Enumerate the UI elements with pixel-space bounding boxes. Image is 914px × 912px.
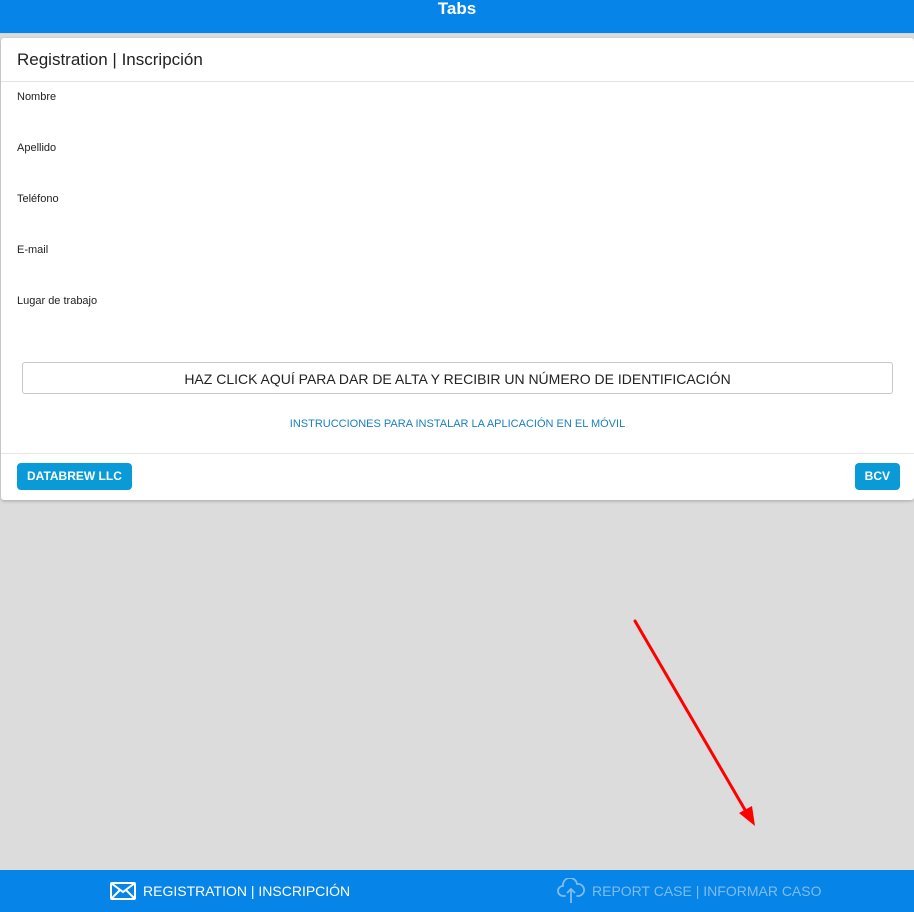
tab-report-case-label: REPORT CASE | INFORMAR CASO — [592, 883, 822, 899]
databrew-button[interactable]: DATABREW LLC — [17, 463, 132, 490]
lugar-de-trabajo-input[interactable] — [17, 308, 901, 334]
register-submit-button[interactable]: HAZ CLICK AQUÍ PARA DAR DE ALTA Y RECIBI… — [22, 362, 893, 394]
cloud-upload-icon — [557, 878, 585, 904]
mail-icon — [110, 882, 136, 900]
card-title: Registration | Inscripción — [17, 50, 203, 69]
header-title: Tabs — [437, 0, 477, 18]
app-header: Tabs — [0, 0, 914, 34]
nombre-label: Nombre — [17, 91, 57, 103]
apellido-input[interactable] — [17, 155, 901, 181]
email-label: E-mail — [17, 244, 49, 256]
tab-report-case[interactable]: REPORT CASE | INFORMAR CASO — [557, 870, 822, 912]
tab-registration[interactable]: REGISTRATION | INSCRIPCIÓN — [110, 870, 350, 912]
bcv-button[interactable]: BCV — [854, 463, 900, 490]
bottom-tab-bar: REGISTRATION | INSCRIPCIÓN REPORT CASE |… — [0, 870, 914, 912]
email-input[interactable] — [17, 257, 901, 283]
nombre-input[interactable] — [17, 104, 901, 130]
lugar-de-trabajo-label: Lugar de trabajo — [17, 295, 98, 307]
card-footer-divider — [1, 453, 914, 455]
install-instructions-link[interactable]: INSTRUCCIONES PARA INSTALAR LA APLICACIÓ… — [1, 417, 914, 431]
telefono-input[interactable] — [17, 206, 901, 232]
card-header: Registration | Inscripción — [1, 38, 914, 82]
registration-card: Registration | Inscripción Nombre Apelli… — [1, 38, 914, 500]
apellido-label: Apellido — [17, 142, 57, 154]
tab-registration-label: REGISTRATION | INSCRIPCIÓN — [143, 883, 351, 899]
telefono-label: Teléfono — [17, 193, 59, 205]
